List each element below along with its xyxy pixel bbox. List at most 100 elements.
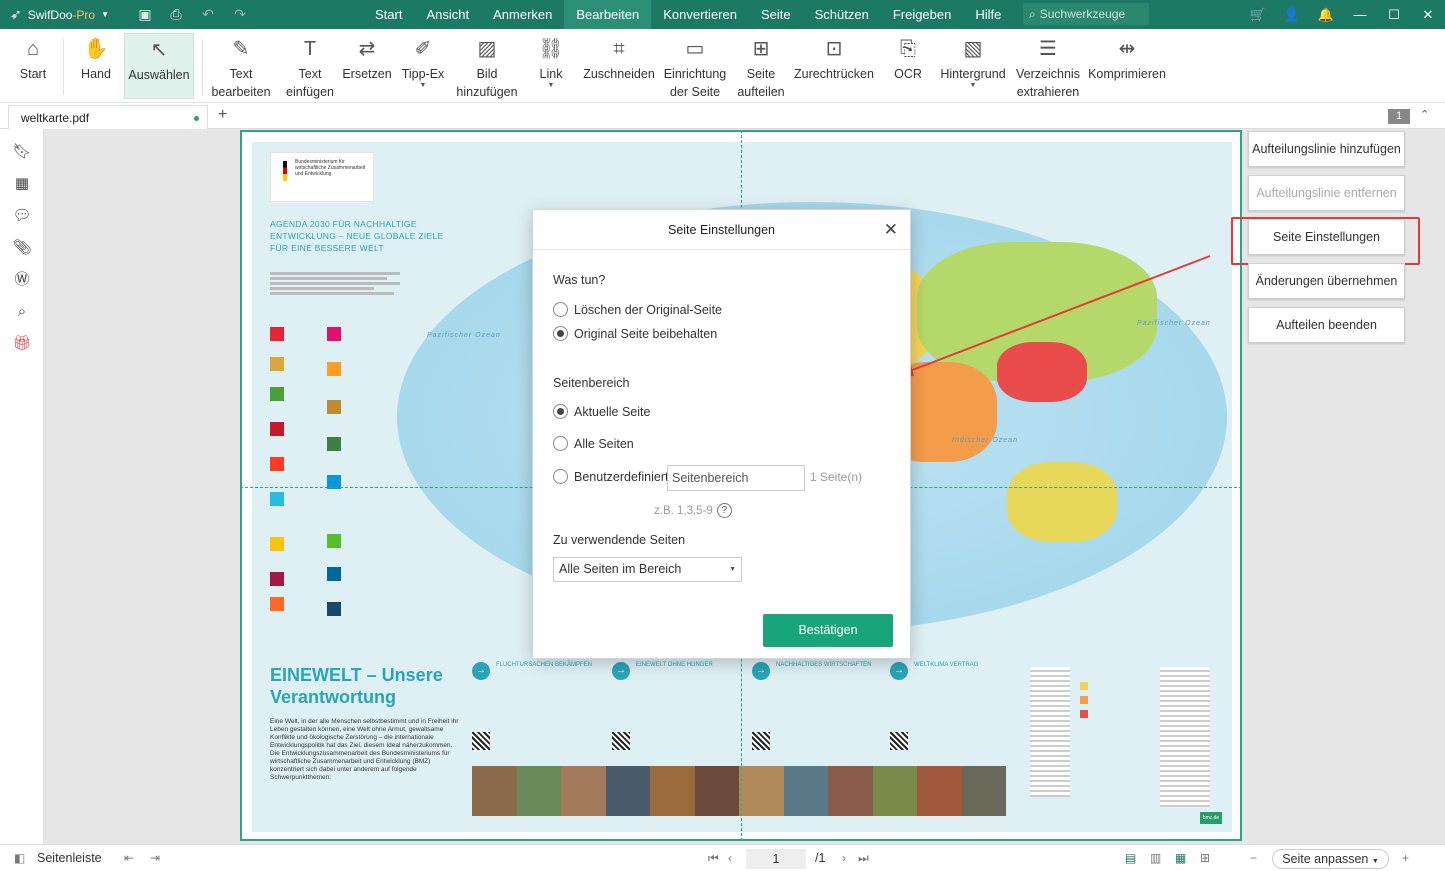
- document-tab[interactable]: weltkarte.pdf: [8, 105, 208, 129]
- attachment-icon[interactable]: 📎︎: [0, 232, 44, 264]
- confirm-button[interactable]: Bestätigen: [763, 614, 893, 647]
- deskew-button[interactable]: ⊡ Zurechtrücken: [794, 33, 874, 99]
- cursor-icon: ↖: [150, 39, 168, 61]
- link-button[interactable]: ⛓ Link ▼: [530, 33, 572, 99]
- menu-ansicht[interactable]: Ansicht: [414, 0, 481, 29]
- menu-freigeben[interactable]: Freigeben: [881, 0, 964, 29]
- app-name: SwifDoo: [27, 7, 73, 22]
- current-page-radio[interactable]: Aktuelle Seite: [553, 404, 650, 419]
- user-icon[interactable]: 👤: [1275, 7, 1309, 23]
- tippex-label: Tipp-Ex: [401, 67, 445, 81]
- gift-icon[interactable]: 🎁︎: [0, 328, 44, 360]
- word-icon[interactable]: Ⓦ: [0, 264, 44, 296]
- prev-page-icon[interactable]: ‹: [728, 851, 732, 865]
- first-page-icon[interactable]: ⏮: [708, 851, 719, 866]
- zoom-in-icon[interactable]: +: [1402, 851, 1409, 865]
- help-icon[interactable]: ?: [716, 503, 732, 518]
- tippex-button[interactable]: ✐ Tipp-Ex ▼: [398, 33, 448, 99]
- prev-view-icon[interactable]: ⇤: [124, 851, 134, 865]
- compress-button[interactable]: ⇹ Komprimieren: [1086, 33, 1168, 99]
- replace-button[interactable]: ⇄ Ersetzen: [342, 33, 392, 99]
- menu-bearbeiten[interactable]: Bearbeiten: [564, 0, 652, 29]
- bookmark-icon[interactable]: 🔖︎: [0, 136, 44, 168]
- next-page-icon[interactable]: ›: [842, 851, 846, 865]
- continuous-view-icon[interactable]: ▦: [1175, 851, 1186, 865]
- document-tab-bar: weltkarte.pdf + 1 ⌃: [0, 103, 1445, 129]
- start-button[interactable]: ⌂ Start: [12, 33, 54, 99]
- sdg-6-icon: [270, 492, 284, 506]
- last-page-icon[interactable]: ⏭: [858, 851, 869, 866]
- background-button[interactable]: ▧ Hintergrund ▼: [938, 33, 1008, 99]
- zoom-out-icon[interactable]: −: [1250, 851, 1257, 865]
- menu-anmerken[interactable]: Anmerken: [481, 0, 564, 29]
- extract-directory-button[interactable]: ☰ Verzeichnis extrahieren: [1014, 33, 1082, 99]
- page-settings-dialog: Seite Einstellungen ✕ Was tun? Löschen d…: [532, 209, 911, 659]
- keep-original-radio[interactable]: Original Seite beibehalten: [553, 326, 717, 341]
- sidebar-label[interactable]: Seitenleiste: [37, 851, 102, 865]
- maximize-icon[interactable]: ☐: [1377, 7, 1411, 23]
- comments-icon[interactable]: 💬︎: [0, 200, 44, 232]
- app-menu-caret-icon[interactable]: ▼: [101, 10, 109, 19]
- ocr-button[interactable]: ⎘ OCR: [888, 33, 928, 99]
- deskew-label: Zurechtrücken: [794, 67, 874, 81]
- select-tool-button[interactable]: ↖ Auswählen: [124, 33, 194, 99]
- split-page-button[interactable]: ⊞ Seite aufteilen: [734, 33, 788, 99]
- cart-icon[interactable]: 🛒: [1241, 7, 1275, 23]
- collapse-ribbon-icon[interactable]: ⌃: [1420, 108, 1429, 121]
- add-text-button[interactable]: T Text einfügen: [282, 33, 338, 99]
- minimize-icon[interactable]: —: [1343, 7, 1377, 22]
- map-legend: [1030, 662, 1220, 827]
- menu-seite[interactable]: Seite: [749, 0, 803, 29]
- background-label: Hintergrund: [940, 67, 1006, 81]
- radio-circle: [553, 436, 568, 451]
- custom-range-radio[interactable]: Benutzerdefiniert: [553, 469, 669, 484]
- menu-hilfe[interactable]: Hilfe: [963, 0, 1013, 29]
- redo-icon[interactable]: ↷: [225, 6, 255, 23]
- close-icon[interactable]: ✕: [884, 220, 898, 240]
- all-pages-radio[interactable]: Alle Seiten: [553, 436, 634, 451]
- next-view-icon[interactable]: ⇥: [150, 851, 160, 865]
- single-page-view-icon[interactable]: ▤: [1125, 851, 1136, 865]
- save-icon[interactable]: ▣: [130, 6, 160, 23]
- finish-split-button[interactable]: Aufteilen beenden: [1248, 307, 1405, 343]
- bmz-logo: bmz.de: [1200, 812, 1222, 824]
- agenda-heading: AGENDA 2030 FÜR NACHHALTIGE ENTWICKLUNG …: [270, 218, 444, 254]
- custom-range-label: Benutzerdefiniert: [574, 469, 669, 484]
- page-total: /1: [815, 851, 826, 865]
- undo-icon[interactable]: ↶: [193, 6, 223, 23]
- add-tab-icon[interactable]: +: [218, 106, 227, 124]
- close-window-icon[interactable]: ✕: [1411, 7, 1445, 23]
- edit-text-label: Text: [229, 67, 253, 81]
- add-image-button[interactable]: ▨ Bild hinzufügen: [454, 33, 520, 99]
- page-number-input[interactable]: 1: [746, 849, 806, 869]
- search-document-icon[interactable]: ⌕: [0, 296, 44, 328]
- zoom-fit-select[interactable]: Seite anpassen ▼: [1272, 849, 1389, 869]
- app-logo[interactable]: ➶ SwifDoo-Pro ▼: [0, 6, 109, 23]
- page-range-input[interactable]: Seitenbereich: [667, 465, 805, 491]
- grid-view-icon[interactable]: ⊞: [1200, 851, 1210, 865]
- start-label: Start: [19, 67, 47, 81]
- sdg-2-icon: [270, 357, 284, 371]
- edit-text-button[interactable]: ✎ Text bearbeiten ▼: [208, 33, 274, 119]
- use-pages-select[interactable]: Alle Seiten im Bereich ▼: [553, 557, 742, 582]
- thumbnails-icon[interactable]: ▦: [0, 168, 44, 200]
- print-icon[interactable]: ⎙: [161, 6, 191, 23]
- page-setup-button[interactable]: ▭ Einrichtung der Seite: [662, 33, 728, 99]
- crop-button[interactable]: ⌗ Zuschneiden: [582, 33, 656, 99]
- add-split-line-button[interactable]: Aufteilungslinie hinzufügen: [1248, 131, 1405, 167]
- hand-tool-button[interactable]: ✋ Hand: [72, 33, 120, 99]
- apply-changes-button[interactable]: Änderungen übernehmen: [1248, 263, 1405, 299]
- menu-schuetzen[interactable]: Schützen: [803, 0, 881, 29]
- delete-original-radio[interactable]: Löschen der Original-Seite: [553, 302, 722, 317]
- sidebar-toggle-icon[interactable]: ◧: [14, 851, 25, 865]
- menu-konvertieren[interactable]: Konvertieren: [651, 0, 749, 29]
- tool-search-input[interactable]: ⌕ Suchwerkzeuge: [1023, 3, 1149, 25]
- menu-start[interactable]: Start: [363, 0, 414, 29]
- replace-icon: ⇄: [358, 38, 376, 60]
- bell-icon[interactable]: 🔔: [1309, 7, 1343, 23]
- sdg-1-icon: [270, 327, 284, 341]
- intro-text-lines: [270, 270, 400, 297]
- double-page-view-icon[interactable]: ▥: [1150, 851, 1161, 865]
- split-page-label: Seite: [746, 67, 776, 81]
- remove-split-line-button[interactable]: Aufteilungslinie entfernen: [1248, 175, 1405, 211]
